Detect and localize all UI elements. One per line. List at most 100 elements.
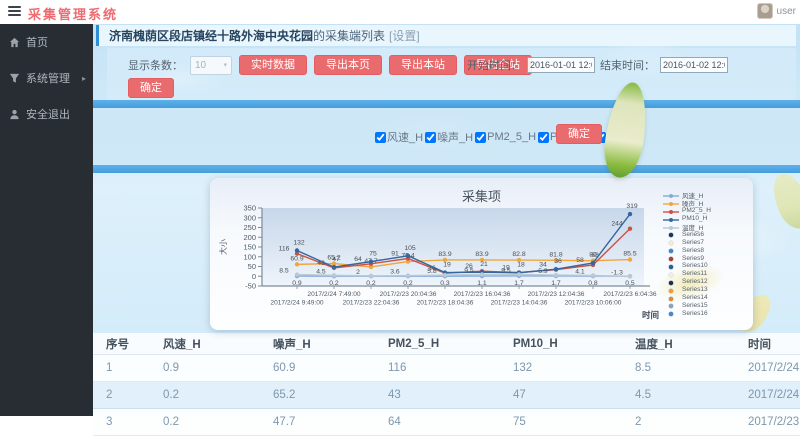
svg-text:200: 200 xyxy=(243,233,256,242)
checkbox-input[interactable] xyxy=(475,132,486,143)
svg-text:2017/2/23 18:04:36: 2017/2/23 18:04:36 xyxy=(417,300,474,307)
export-station-button[interactable]: 导出本站 xyxy=(389,55,457,75)
table-header-cell: PM10_H xyxy=(500,338,622,350)
controls-panel: 显示条数： 10 ▾ 实时数据 导出本页 导出本站 导出全站 开始时间： 结束时… xyxy=(107,48,796,100)
realtime-data-button[interactable]: 实时数据 xyxy=(239,55,307,75)
svg-text:2017/2/23 16:04:36: 2017/2/23 16:04:36 xyxy=(454,291,511,298)
svg-text:83.9: 83.9 xyxy=(438,251,451,258)
legend-dot-marker xyxy=(663,311,679,317)
table-cell: 47 xyxy=(500,389,622,401)
svg-text:2017/2/23 20:04:36: 2017/2/23 20:04:36 xyxy=(380,291,437,298)
settings-link[interactable]: [设置] xyxy=(389,27,420,44)
sidebar-item-label: 系统管理 xyxy=(26,70,70,86)
table-cell: 0.2 xyxy=(150,416,260,428)
checkbox-label: 噪声_H xyxy=(437,129,473,145)
legend-label: Series6 xyxy=(682,231,704,238)
user-menu[interactable]: user xyxy=(757,3,796,19)
sidebar-item-home[interactable]: 首页 xyxy=(0,24,93,60)
confirm-button[interactable]: 确定 xyxy=(128,78,174,98)
svg-text:68: 68 xyxy=(591,252,599,259)
svg-text:75: 75 xyxy=(369,251,377,258)
table-header-cell: 噪声_H xyxy=(260,336,375,352)
checkbox-input[interactable] xyxy=(375,132,386,143)
logout-user-icon xyxy=(9,109,20,120)
table-cell: 2017/2/23 22:0 xyxy=(735,416,800,428)
table-cell: 2017/2/24 7:49:0 xyxy=(735,389,800,401)
svg-text:82.8: 82.8 xyxy=(512,251,525,258)
chart-legend: 风速_H噪声_HPM2_5_HPM10_H温度_HSeries6Series7S… xyxy=(663,191,745,317)
svg-text:1.7: 1.7 xyxy=(514,280,524,287)
svg-text:58: 58 xyxy=(576,257,584,264)
svg-text:2: 2 xyxy=(356,269,360,276)
svg-text:1.7: 1.7 xyxy=(551,280,561,287)
table-header-cell: 温度_H xyxy=(622,336,735,352)
svg-text:2017/2/23 10:06:00: 2017/2/23 10:06:00 xyxy=(565,300,622,307)
svg-text:2017/2/23 22:04:36: 2017/2/23 22:04:36 xyxy=(343,300,400,307)
svg-text:0.3: 0.3 xyxy=(440,280,450,287)
user-avatar xyxy=(757,3,773,19)
svg-text:-1.3: -1.3 xyxy=(611,270,623,277)
home-icon xyxy=(9,37,20,48)
table-cell: 75 xyxy=(500,416,622,428)
series-checkbox-风速_H: 风速_H xyxy=(375,129,423,145)
sidebar-nav: 首页 系统管理 ▸ 安全退出 xyxy=(0,24,93,416)
table-header-cell: PM2_5_H xyxy=(375,338,500,350)
start-time-input[interactable] xyxy=(527,57,595,73)
svg-text:85.5: 85.5 xyxy=(623,251,636,258)
svg-text:0.2: 0.2 xyxy=(403,280,413,287)
table-cell: 3 xyxy=(93,416,150,428)
table-header-cell: 序号 xyxy=(93,336,150,352)
svg-text:60.9: 60.9 xyxy=(290,255,303,262)
hamburger-menu-icon[interactable] xyxy=(8,6,21,17)
legend-label: Series13 xyxy=(682,286,708,293)
legend-label: Series14 xyxy=(682,294,708,301)
legend-label: Series8 xyxy=(682,247,704,254)
svg-text:2017/2/23 14:04:36: 2017/2/23 14:04:36 xyxy=(491,300,548,307)
table-cell: 132 xyxy=(500,362,622,374)
table-row: 10.960.91161328.52017/2/24 9:49:0 xyxy=(93,355,800,382)
app-title: 采集管理系统 xyxy=(28,4,118,23)
sidebar-item-logout[interactable]: 安全退出 xyxy=(0,96,93,132)
svg-text:3.6: 3.6 xyxy=(390,269,400,276)
svg-text:50: 50 xyxy=(248,262,256,271)
svg-text:0.9: 0.9 xyxy=(292,280,302,287)
svg-text:2017/2/24 9:49:00: 2017/2/24 9:49:00 xyxy=(270,300,323,307)
top-header-bar: 采集管理系统 user xyxy=(0,0,800,24)
chevron-right-icon: ▸ xyxy=(82,74,86,83)
system-icon xyxy=(9,73,20,84)
page-title: 济南槐荫区段店镇经十路外海中央花园的采集端列表 [设置] xyxy=(96,25,796,46)
svg-text:83.9: 83.9 xyxy=(475,251,488,258)
line-chart: -500501001502002503003502017/2/24 9:49:0… xyxy=(212,202,667,328)
svg-text:大小: 大小 xyxy=(218,239,228,255)
sidebar-item-label: 首页 xyxy=(26,34,48,50)
sidebar-item-label: 安全退出 xyxy=(26,106,70,122)
sidebar-item-system[interactable]: 系统管理 ▸ xyxy=(0,60,93,96)
table-cell: 8.5 xyxy=(622,362,735,374)
divider-band-top xyxy=(93,100,800,108)
table-cell: 47.7 xyxy=(260,416,375,428)
chart-card: 采集项 -500501001502002503003502017/2/24 9:… xyxy=(210,178,753,330)
start-time-label: 开始时间： xyxy=(467,57,522,73)
svg-text:0: 0 xyxy=(252,272,256,281)
legend-label: Series16 xyxy=(682,310,708,317)
export-page-button[interactable]: 导出本页 xyxy=(314,55,382,75)
svg-text:64: 64 xyxy=(354,256,362,263)
legend-label: Series15 xyxy=(682,302,708,309)
data-table: 序号风速_H噪声_HPM2_5_HPM10_H温度_H时间10.960.9116… xyxy=(93,333,800,436)
svg-text:5.8: 5.8 xyxy=(427,268,437,275)
end-time-input[interactable] xyxy=(660,57,728,73)
page-size-select[interactable]: 10 ▾ xyxy=(190,56,232,75)
svg-text:19: 19 xyxy=(443,262,451,269)
table-cell: 2017/2/24 9:49:0 xyxy=(735,362,800,374)
legend-item-Series16[interactable]: Series16 xyxy=(663,309,745,317)
table-cell: 2 xyxy=(622,416,735,428)
table-cell: 1 xyxy=(93,362,150,374)
svg-text:91: 91 xyxy=(391,251,399,258)
table-cell: 64 xyxy=(375,416,500,428)
svg-text:116: 116 xyxy=(279,246,290,253)
filter-confirm-button[interactable]: 确定 xyxy=(556,124,602,144)
page-title-suffix: 的采集端列表 xyxy=(313,27,385,44)
svg-text:18: 18 xyxy=(517,262,525,269)
checkbox-input[interactable] xyxy=(538,132,549,143)
checkbox-input[interactable] xyxy=(425,132,436,143)
